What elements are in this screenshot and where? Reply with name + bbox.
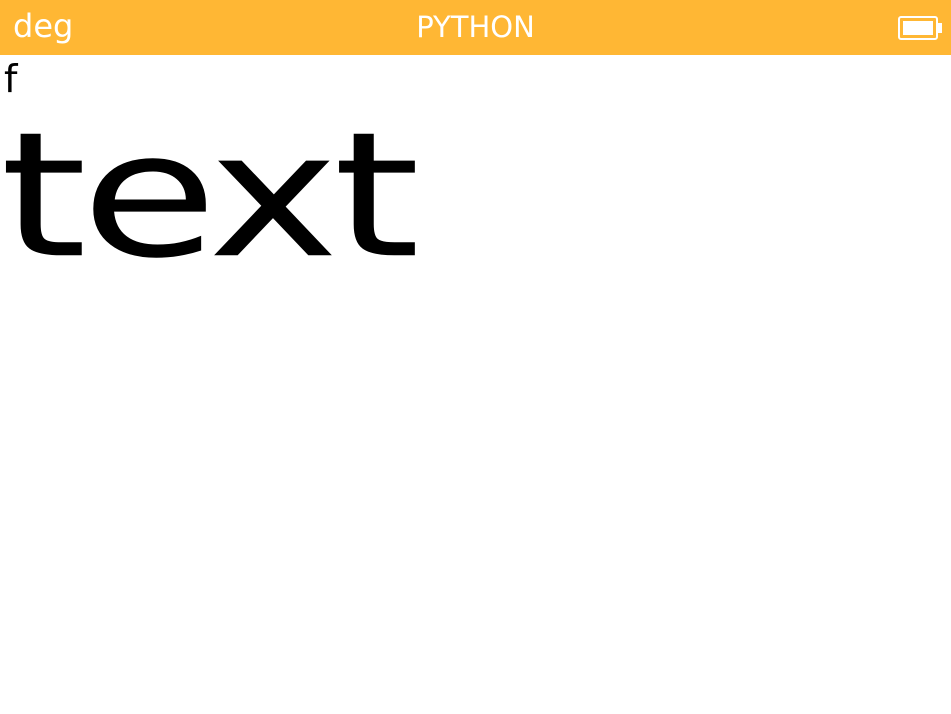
battery-full-icon [898, 16, 942, 40]
console-output-line: f [4, 57, 18, 101]
status-bar: deg PYTHON [0, 0, 951, 55]
large-text-output: text [0, 95, 420, 297]
app-title: PYTHON [416, 10, 535, 44]
